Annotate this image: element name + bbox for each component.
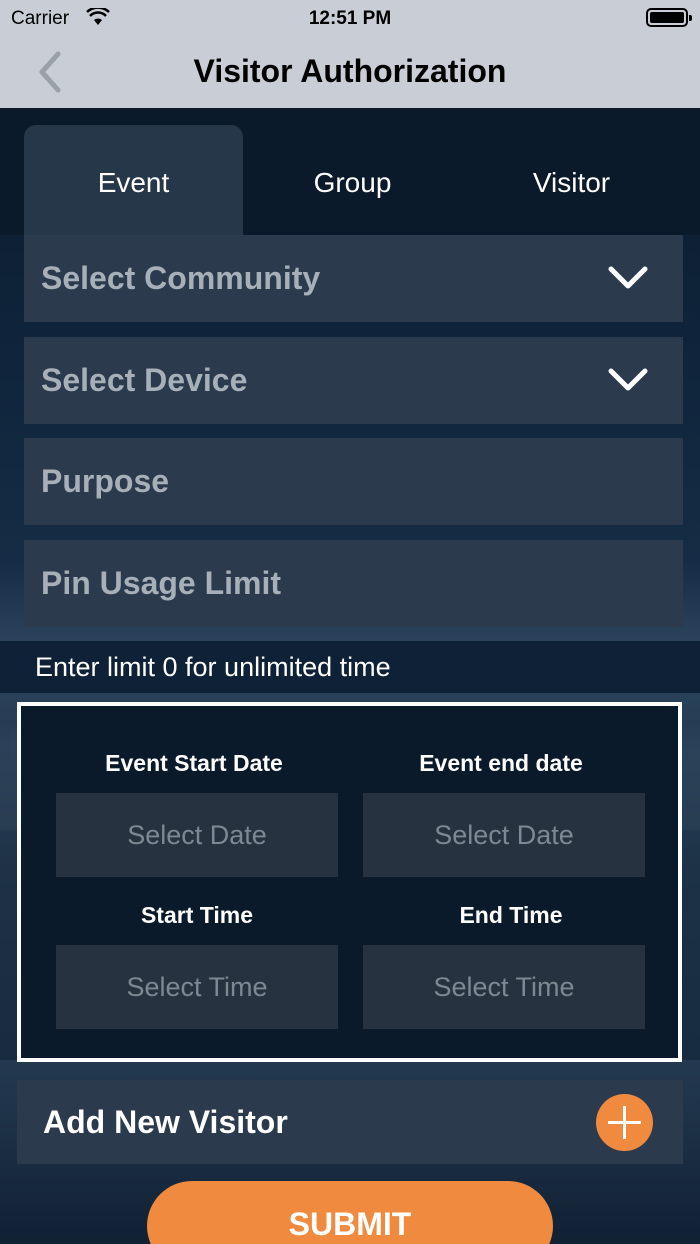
pin-limit-hint: Enter limit 0 for unlimited time [35,652,391,682]
community-select[interactable]: Select Community [24,235,683,322]
end-time-label: End Time [459,902,563,928]
end-date-picker[interactable]: Select Date [363,793,645,877]
event-start-date-label: Event Start Date [105,750,283,776]
community-select-label: Select Community [41,260,321,296]
device-select-label: Select Device [41,362,248,398]
start-date-picker[interactable]: Select Date [56,793,338,877]
end-time-picker[interactable]: Select Time [363,945,645,1029]
purpose-input[interactable]: Purpose [24,438,683,525]
submit-button[interactable]: SUBMIT [147,1181,553,1244]
clock: 12:51 PM [308,8,392,29]
start-time-label: Start Time [140,902,254,928]
purpose-placeholder: Purpose [41,463,170,499]
start-time-picker[interactable]: Select Time [56,945,338,1029]
device-select[interactable]: Select Device [24,337,683,424]
tab-event[interactable]: Event [24,125,243,235]
page-title: Visitor Authorization [193,53,507,89]
add-new-visitor-row[interactable]: Add New Visitor [17,1080,683,1164]
battery-icon [646,8,692,27]
chevron-down-icon [608,266,648,289]
event-end-date-label: Event end date [419,750,583,776]
add-plus-icon[interactable] [596,1094,653,1151]
status-bar: Carrier 12:51 PM [0,0,700,36]
tab-group[interactable]: Group [243,125,462,235]
hint-bar: Enter limit 0 for unlimited time [0,641,700,693]
tab-bar: Event Group Visitor [0,108,700,235]
tab-visitor[interactable]: Visitor [462,125,681,235]
event-date-panel: Event Start Date Event end date Select D… [17,702,682,1062]
add-new-visitor-label: Add New Visitor [43,1104,288,1140]
pin-usage-limit-placeholder: Pin Usage Limit [41,565,282,601]
pin-usage-limit-input[interactable]: Pin Usage Limit [24,540,683,627]
chevron-down-icon [608,368,648,391]
nav-bar: Visitor Authorization [0,36,700,108]
